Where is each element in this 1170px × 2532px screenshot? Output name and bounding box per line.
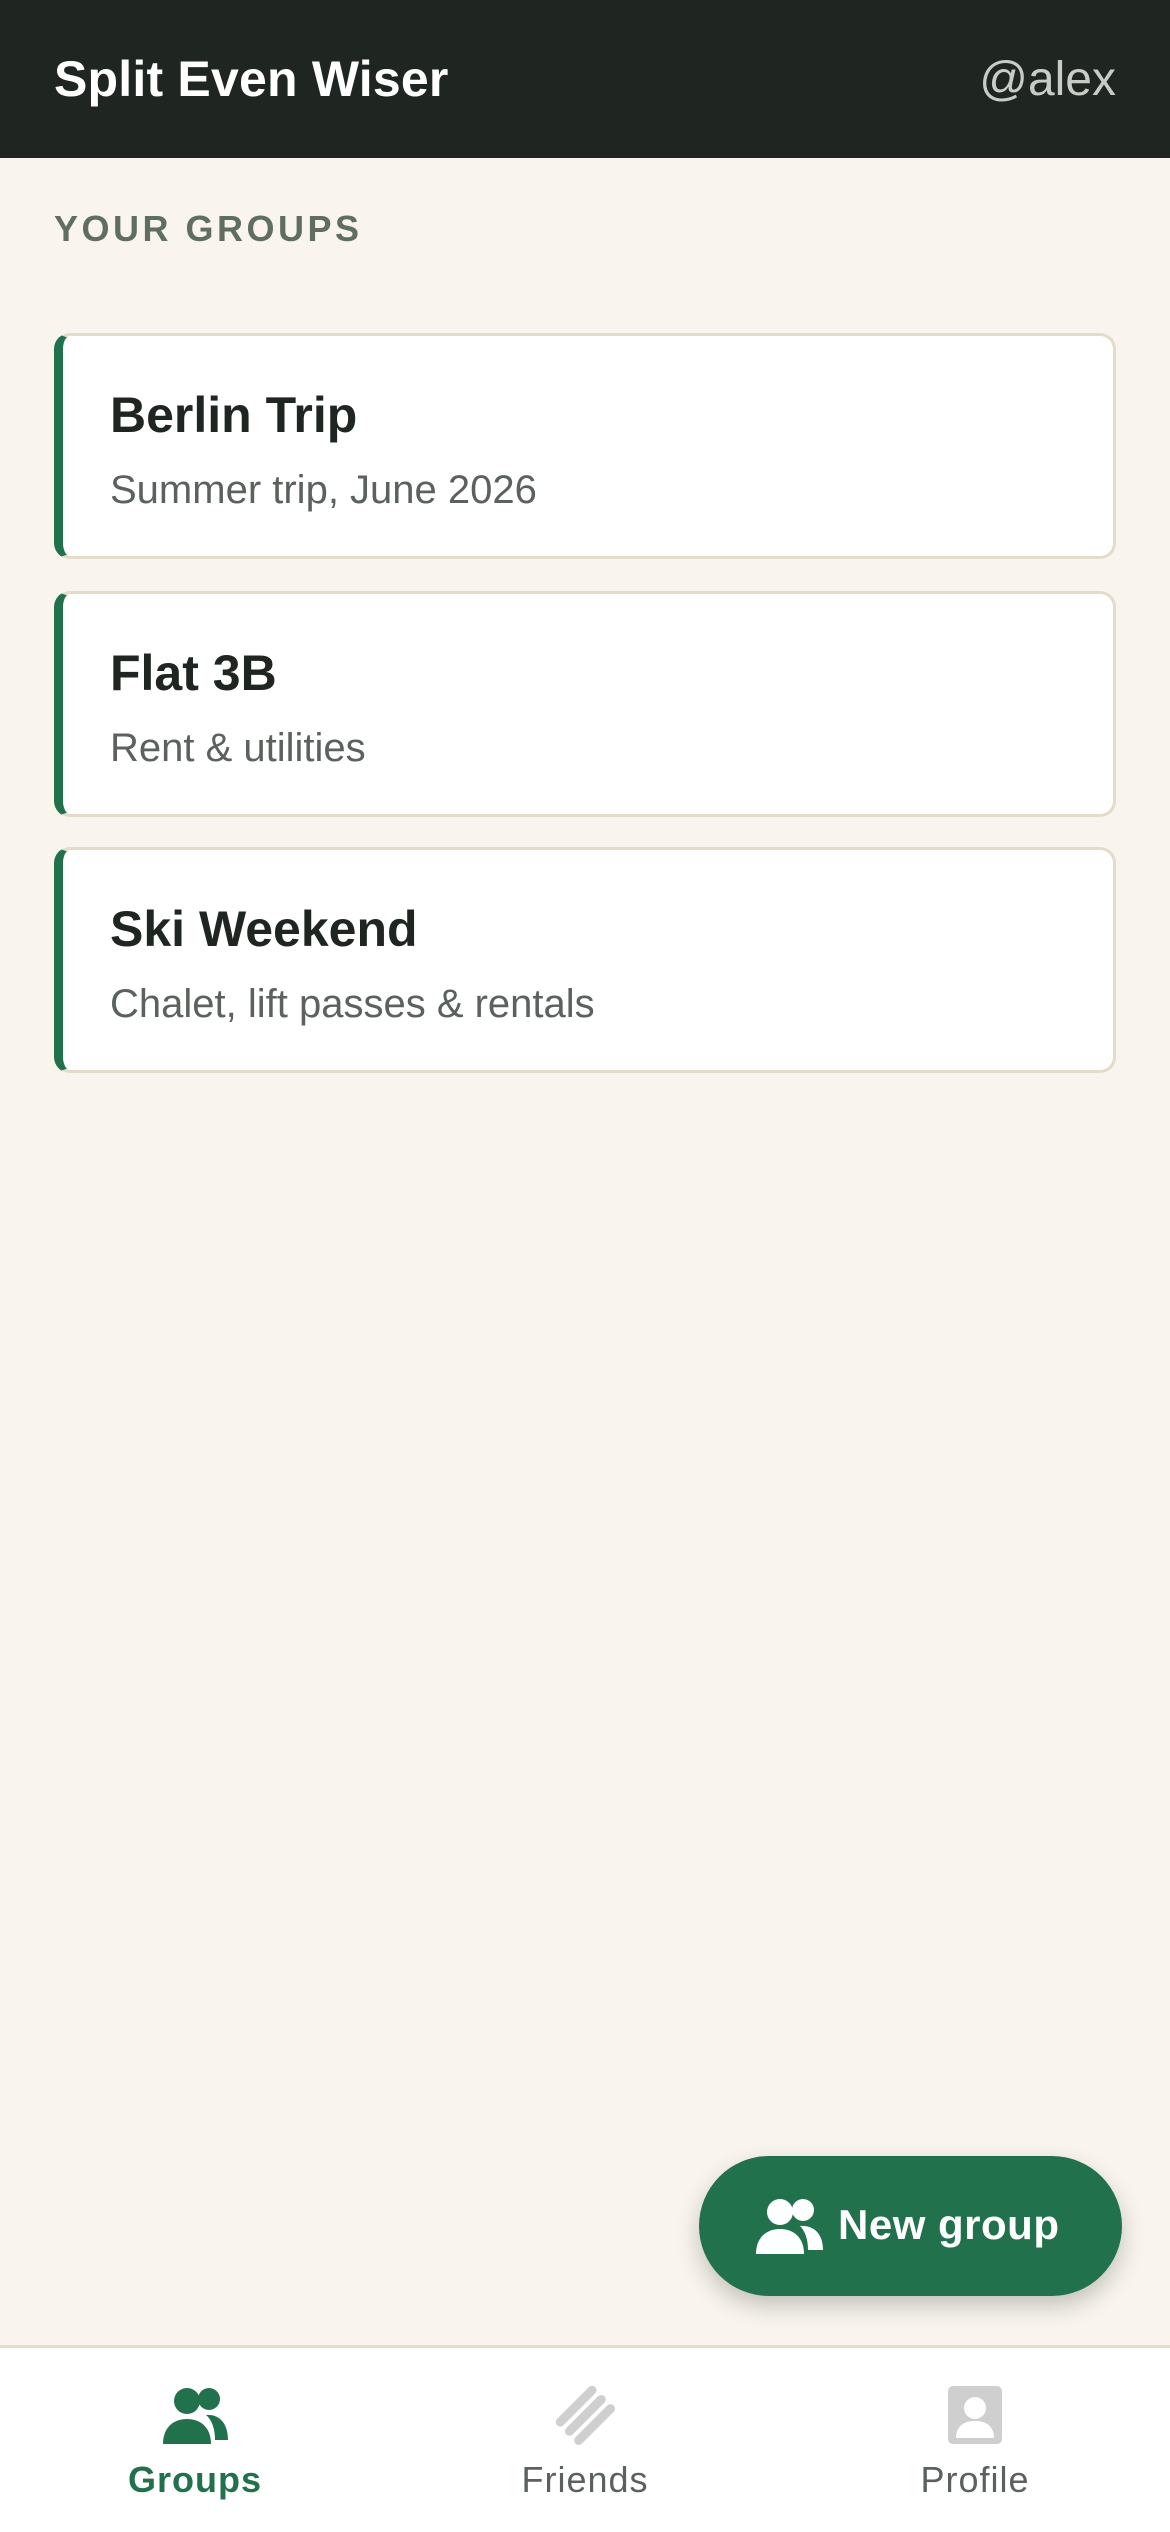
group-description: Rent & utilities [110,726,366,770]
users-icon [160,2384,230,2446]
group-description: Chalet, lift passes & rentals [110,982,595,1026]
nav-item-groups[interactable]: Groups [0,2348,390,2532]
nav-label: Groups [127,2459,262,2500]
nav-item-profile[interactable]: Profile [780,2348,1170,2532]
group-name: Ski Weekend [110,901,418,957]
nav-label: Friends [521,2459,649,2500]
group-card-berlin-trip[interactable]: Berlin Trip Summer trip, June 2026 [54,333,1116,559]
users-icon [753,2196,825,2256]
group-card-flat-3b[interactable]: Flat 3B Rent & utilities [54,591,1116,817]
nav-item-friends[interactable]: Friends [390,2348,780,2532]
group-description: Summer trip, June 2026 [110,468,537,512]
nav-label: Profile [920,2459,1030,2500]
profile-icon [940,2384,1010,2446]
bottom-nav: Groups Friends Profile [0,2345,1170,2532]
app-title: Split Even Wiser [54,51,449,107]
handshake-icon [550,2384,620,2446]
group-card-ski-weekend[interactable]: Ski Weekend Chalet, lift passes & rental… [54,847,1116,1073]
group-name: Flat 3B [110,645,277,701]
new-group-label: New group [838,2201,1060,2248]
user-handle[interactable]: @alex [979,52,1116,108]
group-name: Berlin Trip [110,387,358,443]
app-header: Split Even Wiser @alex [0,0,1170,158]
new-group-button[interactable]: New group [699,2156,1122,2296]
section-heading: YOUR GROUPS [54,208,363,249]
